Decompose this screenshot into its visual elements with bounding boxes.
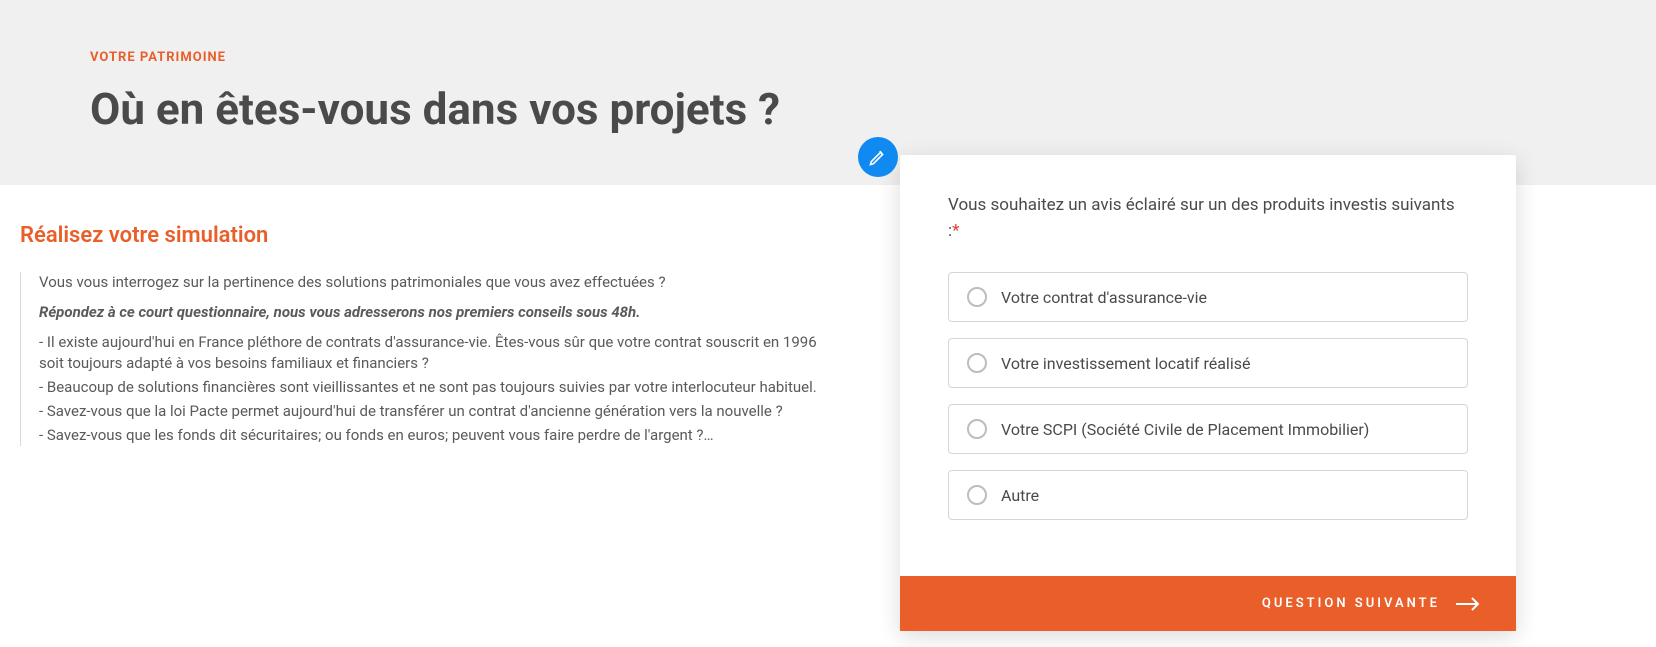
radio-icon (967, 485, 987, 505)
form-question-text: Vous souhaitez un avis éclairé sur un de… (948, 195, 1455, 241)
simulation-bullet: - Savez-vous que les fonds dit sécuritai… (39, 425, 840, 447)
radio-icon (967, 419, 987, 439)
simulation-bullet-list: - Il existe aujourd'hui en France plétho… (39, 332, 840, 447)
simulation-bullet: - Il existe aujourd'hui en France plétho… (39, 332, 840, 376)
required-mark: * (952, 221, 959, 241)
form-card: Vous souhaitez un avis éclairé sur un de… (900, 155, 1516, 631)
option-scpi[interactable]: Votre SCPI (Société Civile de Placement … (948, 404, 1468, 454)
radio-icon (967, 287, 987, 307)
edit-fab[interactable] (858, 137, 898, 177)
option-label: Votre contrat d'assurance-vie (1001, 288, 1207, 307)
simulation-bullet: - Savez-vous que la loi Pacte permet auj… (39, 401, 840, 423)
radio-icon (967, 353, 987, 373)
simulation-intro: Vous vous interrogez sur la pertinence d… (39, 272, 840, 294)
option-autre[interactable]: Autre (948, 470, 1468, 520)
option-assurance-vie[interactable]: Votre contrat d'assurance-vie (948, 272, 1468, 322)
page-title: Où en êtes-vous dans vos projets ? (90, 83, 1656, 135)
form-body: Vous souhaitez un avis éclairé sur un de… (900, 155, 1516, 576)
simulation-bold-line: Répondez à ce court questionnaire, nous … (39, 302, 840, 324)
simulation-bullet: - Beaucoup de solutions financières sont… (39, 377, 840, 399)
arrow-right-icon (1456, 597, 1480, 611)
next-question-label: QUESTION SUIVANTE (1262, 596, 1440, 611)
option-label: Votre investissement locatif réalisé (1001, 354, 1250, 373)
simulation-heading: Réalisez votre simulation (20, 223, 840, 248)
next-question-button[interactable]: QUESTION SUIVANTE (900, 576, 1516, 631)
content-area: Réalisez votre simulation Vous vous inte… (0, 185, 1656, 446)
simulation-body: Vous vous interrogez sur la pertinence d… (20, 272, 840, 446)
form-question: Vous souhaitez un avis éclairé sur un de… (948, 193, 1468, 244)
eyebrow-label: VOTRE PATRIMOINE (90, 50, 1656, 65)
option-investissement-locatif[interactable]: Votre investissement locatif réalisé (948, 338, 1468, 388)
option-label: Autre (1001, 486, 1039, 505)
option-label: Votre SCPI (Société Civile de Placement … (1001, 420, 1369, 439)
simulation-panel: Réalisez votre simulation Vous vous inte… (0, 223, 840, 446)
pencil-icon (868, 147, 888, 167)
